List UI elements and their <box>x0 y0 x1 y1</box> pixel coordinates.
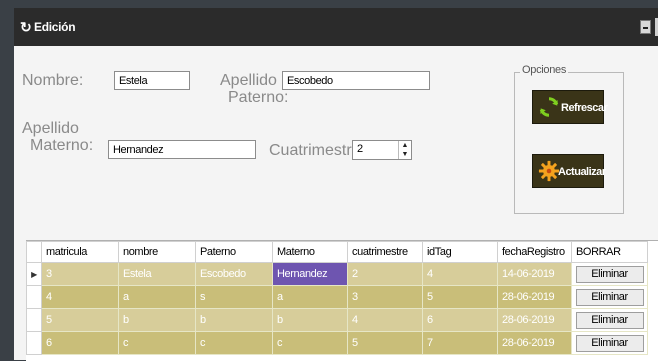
table-row[interactable]: ▶ 3 Estela Escobedo Hernandez 2 4 14-06-… <box>26 262 648 286</box>
col-header-materno[interactable]: Materno <box>272 241 348 263</box>
nombre-field[interactable] <box>114 71 190 90</box>
cell-idtag[interactable]: 4 <box>422 262 498 286</box>
cell-borrar: Eliminar <box>571 308 648 332</box>
cell-idtag[interactable]: 5 <box>422 285 498 309</box>
cell-idtag[interactable]: 7 <box>422 331 498 355</box>
cell-matricula[interactable]: 4 <box>41 285 119 309</box>
cell-paterno[interactable]: Escobedo <box>195 262 273 286</box>
records-table[interactable]: matricula nombre Paterno Materno cuatrim… <box>26 240 658 361</box>
cell-fecharegistro[interactable]: 28-06-2019 <box>497 285 572 309</box>
cell-paterno[interactable]: c <box>195 331 273 355</box>
apellido-paterno-label-line2: Paterno: <box>228 89 289 106</box>
cell-idtag[interactable]: 6 <box>422 308 498 332</box>
cell-nombre[interactable]: c <box>118 331 196 355</box>
cell-fecharegistro[interactable]: 14-06-2019 <box>497 262 572 286</box>
eliminar-button[interactable]: Eliminar <box>575 288 644 306</box>
row-header[interactable] <box>26 308 42 332</box>
minimize-button[interactable] <box>640 20 651 34</box>
table-row[interactable]: 6 c c c 5 7 28-06-2019 Eliminar <box>26 331 648 355</box>
refresh-icon: ↻ <box>20 19 32 35</box>
cell-cuatrimestre[interactable]: 2 <box>347 262 423 286</box>
col-header-fecharegistro[interactable]: fechaRegistro <box>497 241 572 263</box>
title-bar[interactable]: ↻ Edición <box>14 8 658 46</box>
cell-fecharegistro[interactable]: 28-06-2019 <box>497 308 572 332</box>
gear-icon <box>538 160 560 182</box>
cell-paterno[interactable]: b <box>195 308 273 332</box>
cell-matricula[interactable]: 5 <box>41 308 119 332</box>
opciones-label: Opciones <box>520 64 569 76</box>
apellido-paterno-label-line1: Apellido <box>220 72 277 89</box>
cell-cuatrimestre[interactable]: 3 <box>347 285 423 309</box>
window-title: Edición <box>34 20 76 34</box>
table-row[interactable]: 4 a s a 3 5 28-06-2019 Eliminar <box>26 285 648 309</box>
actualizar-button[interactable]: Actualizar <box>532 154 606 188</box>
col-header-borrar[interactable]: BORRAR <box>571 241 648 263</box>
cuatrimestre-stepper[interactable]: 2 ▲ ▼ <box>352 140 412 160</box>
row-header-corner <box>26 241 42 263</box>
apellido-materno-field[interactable] <box>108 140 256 159</box>
col-header-paterno[interactable]: Paterno <box>195 241 273 263</box>
cell-materno[interactable]: c <box>272 331 348 355</box>
cell-borrar: Eliminar <box>571 262 648 286</box>
current-row-arrow-icon[interactable]: ▶ <box>26 262 42 286</box>
col-header-matricula[interactable]: matricula <box>41 241 119 263</box>
stepper-arrows-icon[interactable]: ▲ ▼ <box>398 141 411 159</box>
cell-matricula[interactable]: 6 <box>41 331 119 355</box>
cell-nombre[interactable]: b <box>118 308 196 332</box>
cell-materno[interactable]: a <box>272 285 348 309</box>
refrescar-button[interactable]: Refrescar <box>532 90 608 124</box>
eliminar-button[interactable]: Eliminar <box>575 334 644 352</box>
cuatrimestre-label: Cuatrimestre: <box>269 142 366 159</box>
row-header[interactable] <box>26 285 42 309</box>
col-header-cuatrimestre[interactable]: cuatrimestre <box>347 241 423 263</box>
apellido-paterno-field[interactable] <box>282 71 430 90</box>
cell-cuatrimestre[interactable]: 4 <box>347 308 423 332</box>
cell-paterno[interactable]: s <box>195 285 273 309</box>
cell-nombre[interactable]: a <box>118 285 196 309</box>
table-row[interactable]: 5 b b b 4 6 28-06-2019 Eliminar <box>26 308 648 332</box>
cell-matricula[interactable]: 3 <box>41 262 119 286</box>
cell-materno[interactable]: b <box>272 308 348 332</box>
cell-borrar: Eliminar <box>571 285 648 309</box>
cell-cuatrimestre[interactable]: 5 <box>347 331 423 355</box>
eliminar-button[interactable]: Eliminar <box>575 265 644 283</box>
actualizar-label: Actualizar <box>558 166 606 178</box>
cell-borrar: Eliminar <box>571 331 648 355</box>
cell-nombre[interactable]: Estela <box>118 262 196 286</box>
table-header-row: matricula nombre Paterno Materno cuatrim… <box>26 241 648 263</box>
col-header-nombre[interactable]: nombre <box>118 241 196 263</box>
row-header[interactable] <box>26 331 42 355</box>
eliminar-button[interactable]: Eliminar <box>575 311 644 329</box>
col-header-idtag[interactable]: idTag <box>422 241 498 263</box>
cell-fecharegistro[interactable]: 28-06-2019 <box>497 331 572 355</box>
refrescar-label: Refrescar <box>561 102 608 114</box>
cuatrimestre-value: 2 <box>357 143 364 155</box>
edicion-window: ↻ Edición Nombre: Apellido Paterno: Apel… <box>14 8 658 361</box>
apellido-materno-label-line1: Apellido <box>22 120 79 137</box>
nombre-label: Nombre: <box>22 72 84 89</box>
apellido-materno-label-line2: Materno: <box>30 137 94 154</box>
refresh-icon <box>539 97 559 117</box>
cell-materno-selected[interactable]: Hernandez <box>272 262 348 286</box>
